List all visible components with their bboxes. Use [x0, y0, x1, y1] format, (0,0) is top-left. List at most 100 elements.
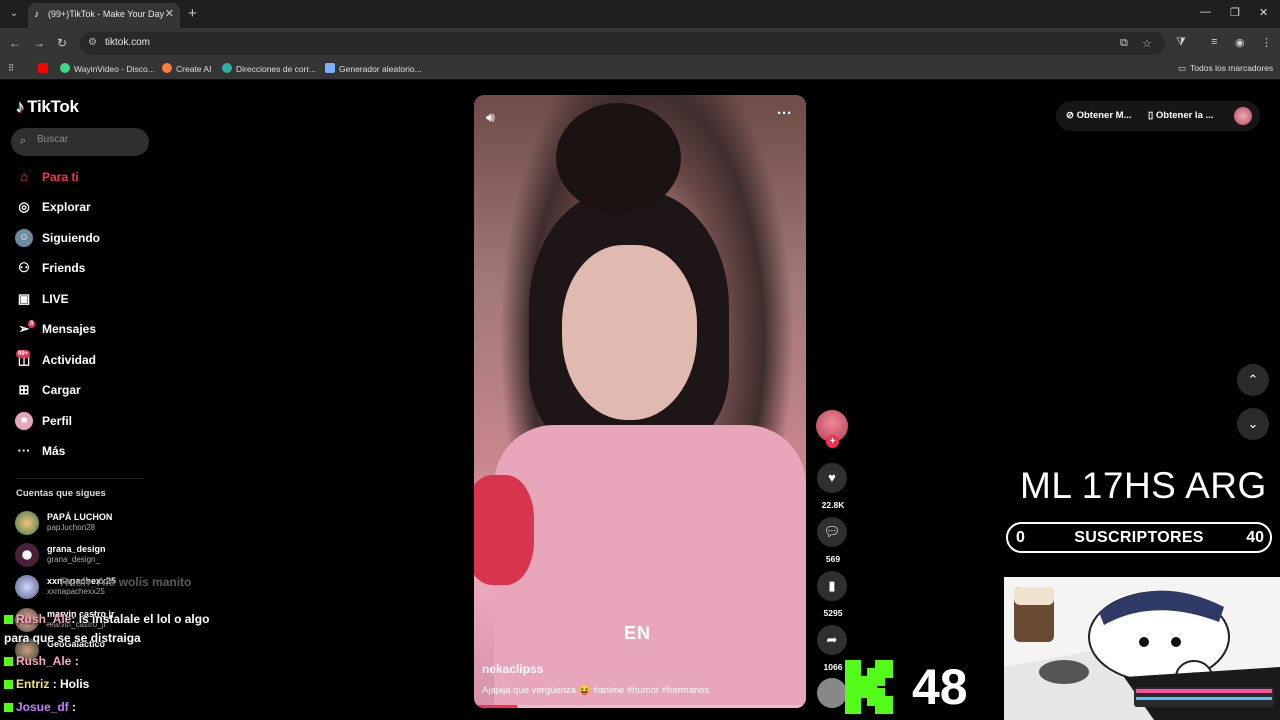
- browser-tab[interactable]: ♪ (99+)TikTok - Make Your Day ✕: [28, 3, 180, 28]
- volume-icon[interactable]: 🔊︎: [486, 109, 495, 126]
- video-frame: [562, 245, 697, 420]
- follow-plus-icon[interactable]: +: [826, 435, 839, 448]
- video-caption-overlay: EN: [624, 623, 652, 643]
- get-mobile-app-button[interactable]: ▯ Obtener la ...: [1148, 110, 1213, 121]
- nav-explorar[interactable]: ◎ Explorar: [15, 198, 90, 220]
- like-button[interactable]: ♥: [817, 463, 847, 493]
- wayinvideo-icon: [60, 63, 70, 73]
- get-desktop-app-button[interactable]: ⊘ Obtener M...: [1066, 110, 1132, 121]
- browser-menu-icon[interactable]: ⋮: [1261, 36, 1272, 49]
- bookmark-label: Create AI: [176, 64, 212, 74]
- video-player[interactable]: 🔊︎ ··· EN nekaclipss Ajajaja que vergüen…: [474, 95, 806, 708]
- friends-icon: ⚇: [18, 260, 30, 275]
- media-icon[interactable]: ≡: [1211, 36, 1217, 48]
- search-box[interactable]: ⌕: [11, 128, 149, 156]
- video-frame: [556, 103, 681, 213]
- chat-text: :: [74, 654, 79, 668]
- avatar: [15, 511, 39, 535]
- kick-badge-icon: [4, 657, 13, 666]
- more-icon: ···: [17, 443, 31, 458]
- chat-text: para que se se distraiga: [4, 631, 141, 645]
- video-username[interactable]: nekaclipss: [482, 662, 543, 676]
- account-name: PAPÁ LUCHON: [47, 512, 113, 522]
- subs-label: SUSCRIPTORES: [1074, 529, 1204, 546]
- chat-user: Josue_df: [16, 700, 69, 714]
- browser-profile-icon[interactable]: ◉: [1235, 36, 1245, 49]
- previous-video-button[interactable]: ⌃: [1237, 364, 1269, 396]
- browser-tab-strip: ⌄ ♪ (99+)TikTok - Make Your Day ✕ + — ❐ …: [0, 0, 1280, 28]
- kick-logo-icon: [845, 660, 893, 714]
- app-icon: ⊘: [1066, 110, 1077, 121]
- tiktok-logo[interactable]: ♪ TikTok: [16, 97, 79, 117]
- save-button[interactable]: ▮: [817, 571, 847, 601]
- chat-message: Josue_df :: [4, 700, 76, 714]
- video-frame: [474, 475, 534, 585]
- bookmarks-bar: ⠿ WayinVideo - Disco... Create AI Direcc…: [0, 59, 1280, 80]
- reload-button[interactable]: ↻: [57, 36, 67, 50]
- chat-text: : Holis: [52, 677, 90, 691]
- tab-title: (99+)TikTok - Make Your Day: [48, 9, 164, 19]
- bookmark-generador[interactable]: Generador aleatorio...: [325, 63, 422, 74]
- bookmark-wayinvideo[interactable]: WayinVideo - Disco...: [60, 63, 155, 74]
- back-button[interactable]: ←: [9, 36, 21, 50]
- generador-icon: [325, 63, 335, 73]
- new-tab-button[interactable]: +: [188, 5, 197, 22]
- get-app-label: Obtener M...: [1076, 110, 1132, 121]
- heart-icon: ♥: [828, 470, 836, 485]
- restore-button[interactable]: ❐: [1230, 6, 1240, 19]
- streamer-cam-overlay: [1004, 577, 1280, 720]
- address-bar-row: ← → ↻ ⚙ tiktok.com ⧉ ☆ ⧩ ≡ ◉ ⋮: [0, 28, 1280, 59]
- chat-message: para que se se distraiga: [4, 631, 141, 645]
- video-progress-bar[interactable]: [474, 705, 806, 708]
- video-more-icon[interactable]: ···: [777, 105, 792, 122]
- search-icon: ⌕: [20, 135, 27, 147]
- chat-text: wolis manito: [118, 575, 192, 589]
- minimize-button[interactable]: —: [1200, 6, 1211, 18]
- install-app-icon[interactable]: ⧉: [1120, 37, 1128, 50]
- forward-button[interactable]: →: [33, 36, 45, 50]
- comment-button[interactable]: 💬︎: [817, 517, 847, 547]
- chat-text: : is instalale el lol o algo: [71, 612, 210, 626]
- avatar: [15, 543, 39, 567]
- bookmark-label: WayinVideo - Disco...: [74, 64, 155, 74]
- next-video-button[interactable]: ⌄: [1237, 408, 1269, 440]
- search-input[interactable]: [37, 134, 137, 145]
- share-button[interactable]: ➦: [817, 625, 847, 655]
- like-count: 22.8K: [821, 500, 845, 510]
- tab-close-icon[interactable]: ✕: [165, 7, 174, 20]
- nav-live[interactable]: ▣ LIVE: [15, 290, 69, 312]
- stream-title: ML 17HS ARG: [1020, 465, 1267, 506]
- nav-para-ti[interactable]: ⌂ Para ti: [15, 168, 79, 190]
- chat-message: Rush_Ale: is instalale el lol o algo: [4, 612, 209, 626]
- get-app-pill: ⊘ Obtener M... ▯ Obtener la ...: [1056, 101, 1260, 131]
- url-text[interactable]: tiktok.com: [105, 37, 150, 48]
- nav-friends[interactable]: ⚇ Friends: [15, 259, 85, 281]
- sound-disc[interactable]: [817, 678, 847, 708]
- tab-search-icon[interactable]: ⌄: [6, 6, 22, 22]
- youtube-bookmark[interactable]: [38, 63, 52, 74]
- all-bookmarks-folder[interactable]: ▭ Todos los marcadores: [1178, 63, 1273, 74]
- site-info-icon[interactable]: ⚙: [88, 37, 97, 48]
- followed-account[interactable]: grana_design grana_design_: [15, 542, 155, 568]
- subscriber-goal-bar: SUSCRIPTORES 0 40: [1006, 522, 1272, 553]
- nav-cargar[interactable]: ⊞ Cargar: [15, 381, 81, 403]
- nav-perfil[interactable]: ☻ Perfil: [15, 412, 72, 434]
- chat-user: Entriz: [16, 677, 50, 691]
- omnibox[interactable]: ⚙ tiktok.com ⧉ ☆: [80, 32, 1165, 55]
- user-avatar[interactable]: [1234, 107, 1252, 125]
- home-icon: ⌂: [20, 169, 28, 184]
- bookmark-icon: ▮: [828, 578, 836, 593]
- extensions-icon[interactable]: ⧩: [1176, 36, 1186, 49]
- chat-user: Rush_Ale: [16, 612, 72, 626]
- subs-current: 0: [1016, 529, 1025, 546]
- bookmark-direcciones[interactable]: Direcciones de corr...: [222, 63, 316, 74]
- logo-text: TikTok: [27, 97, 79, 116]
- nav-mas[interactable]: ··· Más: [15, 442, 66, 464]
- activity-badge: 99+: [16, 350, 31, 358]
- followed-account[interactable]: PAPÁ LUCHON pap.luchon28: [15, 510, 155, 536]
- bookmark-star-icon[interactable]: ☆: [1142, 37, 1152, 50]
- apps-icon[interactable]: ⠿: [8, 63, 14, 74]
- close-window-button[interactable]: ✕: [1259, 6, 1268, 19]
- nav-siguiendo[interactable]: ☺ Siguiendo: [15, 229, 100, 251]
- bookmark-create-ai[interactable]: Create AI: [162, 63, 211, 74]
